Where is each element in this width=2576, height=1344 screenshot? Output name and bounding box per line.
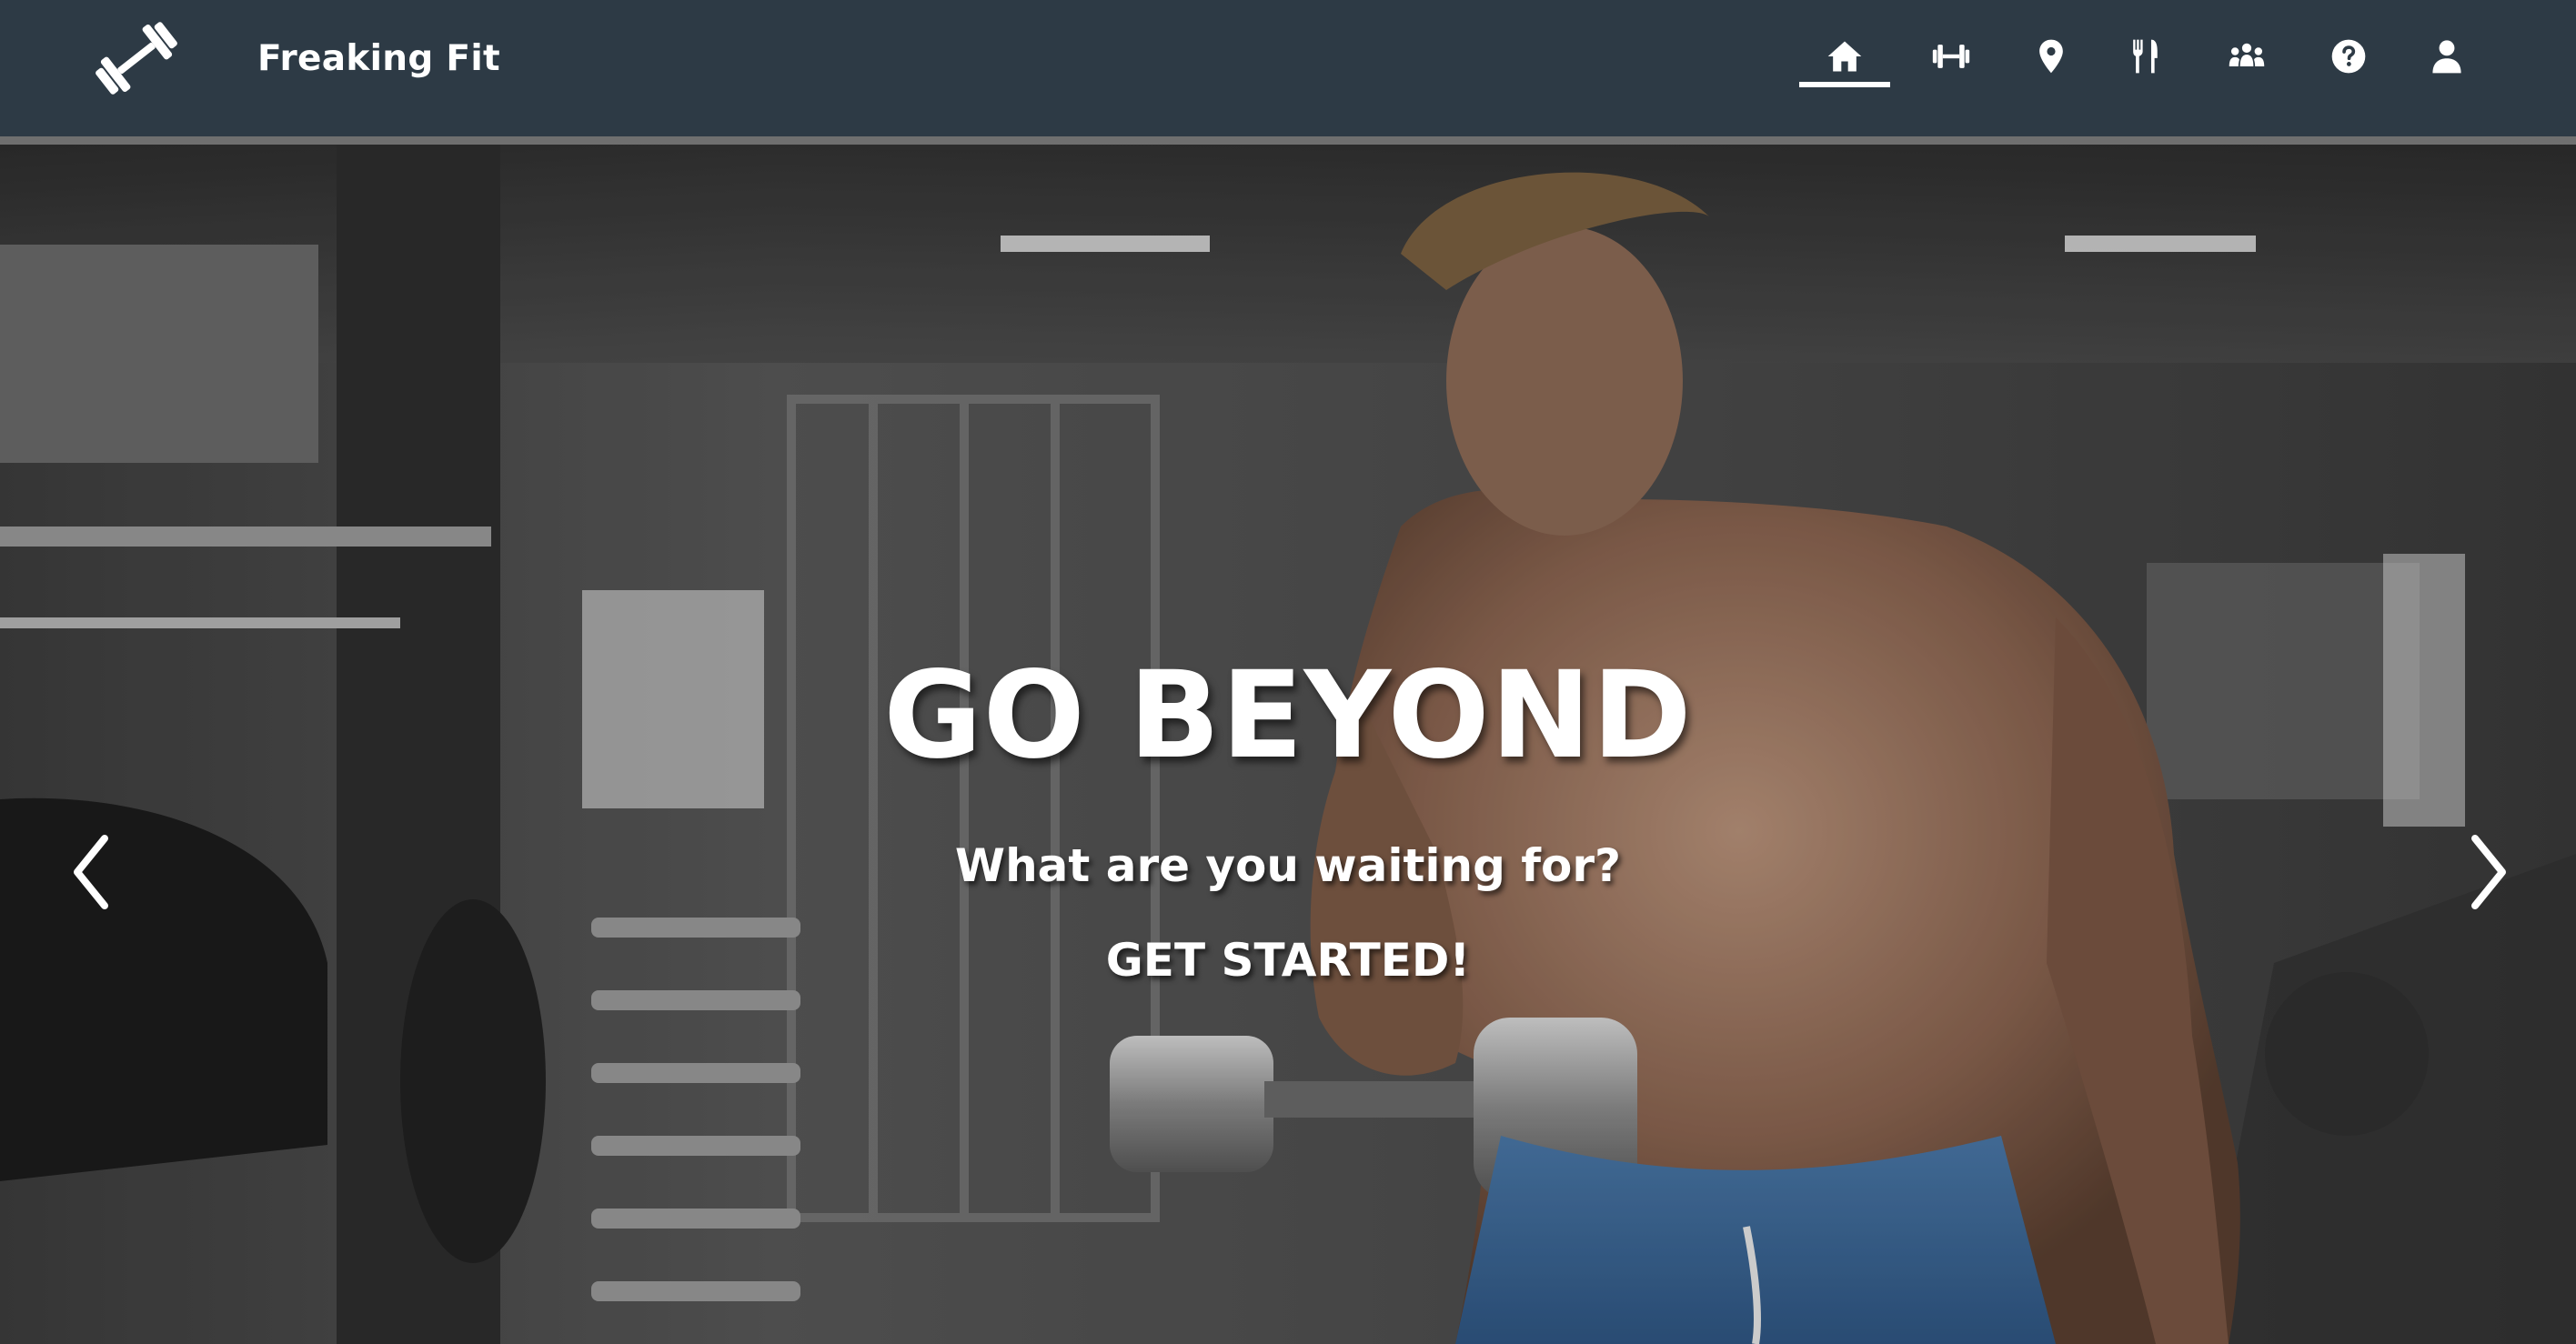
nav-item-nutrition[interactable] [2099, 25, 2190, 87]
get-started-button[interactable]: GET STARTED! [1077, 928, 1499, 992]
hero-subtitle: What are you waiting for? [954, 839, 1622, 892]
home-icon [1827, 41, 1862, 72]
nav-item-workouts[interactable] [1906, 25, 1997, 87]
dumbbell-icon [1932, 45, 1970, 68]
group-icon [2229, 43, 2265, 66]
nav-item-community[interactable] [2201, 25, 2292, 87]
nav-item-home[interactable] [1799, 25, 1890, 87]
nav-item-help[interactable] [2303, 25, 2394, 87]
carousel-next-button[interactable] [2452, 817, 2525, 927]
hero-title: GO BEYOND [883, 646, 1693, 786]
user-icon [2432, 40, 2461, 74]
page: Freaking Fit GO BEYOND What are you wait… [0, 0, 2576, 1344]
map-pin-icon [2039, 39, 2063, 74]
nav-item-account[interactable] [2401, 25, 2492, 87]
top-navbar: Freaking Fit [0, 0, 2576, 145]
carousel-prev-button[interactable] [55, 817, 127, 927]
dumbbell-icon[interactable] [91, 16, 182, 100]
fork-knife-icon [2133, 39, 2158, 74]
chevron-right-icon [2471, 835, 2506, 909]
nav-item-locations[interactable] [2006, 25, 2097, 87]
brand-name[interactable]: Freaking Fit [257, 38, 500, 79]
hero-carousel: GO BEYOND What are you waiting for? GET … [0, 145, 2576, 1344]
help-icon [2331, 39, 2366, 74]
chevron-left-icon [74, 835, 108, 909]
